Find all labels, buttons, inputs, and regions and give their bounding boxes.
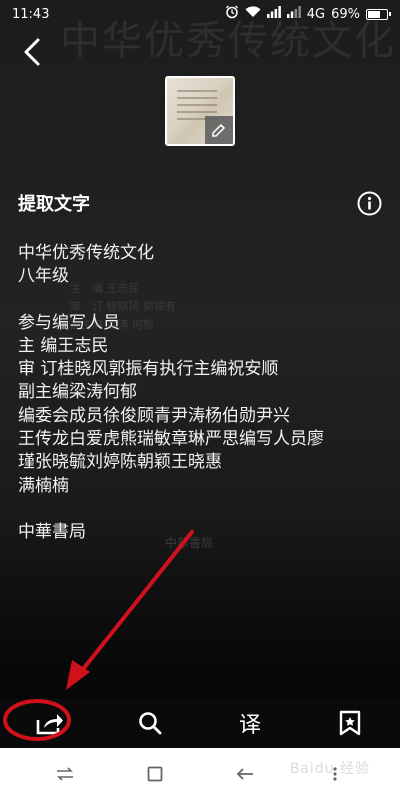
annotation-arrow-line [78,530,194,675]
annotation-overlay [3,530,194,741]
annotation-circle [3,699,71,741]
app-screen: 中华优秀传统文化 主 编 王志民 审 订 桂晓风 郭振有 副主编 梁涛 何郁 中… [0,0,400,800]
